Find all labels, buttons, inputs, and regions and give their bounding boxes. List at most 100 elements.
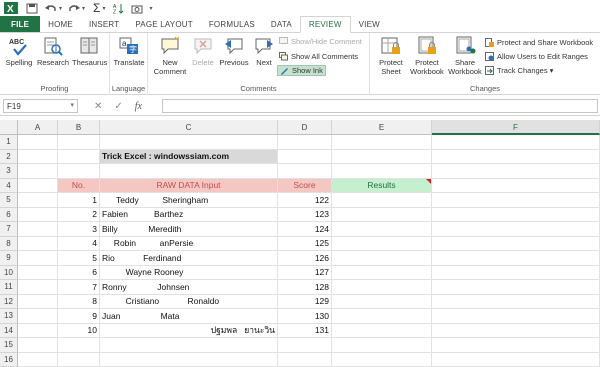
cell-a10[interactable] — [18, 266, 58, 281]
cell-d7[interactable]: 124 — [278, 222, 332, 237]
sort-icon[interactable]: AZ — [113, 3, 125, 14]
cell-c9[interactable]: Rio Ferdinand — [100, 251, 278, 266]
cell-b6[interactable]: 2 — [58, 208, 100, 223]
tab-review[interactable]: REVIEW — [300, 16, 351, 33]
cell-f8[interactable] — [432, 237, 600, 252]
cell-b10[interactable]: 6 — [58, 266, 100, 281]
save-icon[interactable] — [26, 3, 38, 14]
cell-f5[interactable] — [432, 193, 600, 208]
cell-c1[interactable] — [100, 135, 278, 150]
cell-e3[interactable] — [332, 164, 432, 179]
share-workbook-button[interactable]: Share Workbook — [446, 36, 484, 76]
cell-b15[interactable] — [58, 338, 100, 353]
cell-c6[interactable]: Fabien Barthez — [100, 208, 278, 223]
cell-a16[interactable] — [18, 353, 58, 367]
row-header[interactable]: 9 — [0, 251, 18, 266]
redo-dropdown-icon[interactable]: ▾ — [82, 5, 85, 12]
translate-button[interactable]: a字 Translate — [112, 36, 146, 67]
cell-c7[interactable]: Billy Meredith — [100, 222, 278, 237]
cell-b7[interactable]: 3 — [58, 222, 100, 237]
cell-e7[interactable] — [332, 222, 432, 237]
cell-c14[interactable]: ปฐมพล ยานะวิน — [100, 324, 278, 339]
tab-formulas[interactable]: FORMULAS — [201, 16, 263, 32]
cell-b1[interactable] — [58, 135, 100, 150]
tab-file[interactable]: FILE — [0, 16, 40, 32]
show-hide-comment-button[interactable]: Show/Hide Comment — [279, 36, 362, 47]
tab-home[interactable]: HOME — [40, 16, 81, 32]
cell-e15[interactable] — [332, 338, 432, 353]
cell-d9[interactable]: 126 — [278, 251, 332, 266]
cell-e4[interactable]: Results — [332, 179, 432, 194]
cell-a9[interactable] — [18, 251, 58, 266]
cell-c2[interactable]: Trick Excel : windowssiam.com — [100, 150, 278, 165]
cell-b3[interactable] — [58, 164, 100, 179]
cell-c12[interactable]: Cristiano Ronaldo — [100, 295, 278, 310]
cell-c5[interactable]: Teddy Sheringham — [100, 193, 278, 208]
cell-f15[interactable] — [432, 338, 600, 353]
row-header[interactable]: 14 — [0, 324, 18, 339]
cell-c3[interactable] — [100, 164, 278, 179]
cell-a3[interactable] — [18, 164, 58, 179]
cell-a14[interactable] — [18, 324, 58, 339]
cell-a7[interactable] — [18, 222, 58, 237]
allow-users-edit-ranges-button[interactable]: Allow Users to Edit Ranges — [485, 51, 588, 62]
row-header[interactable]: 5 — [0, 193, 18, 208]
autosum-icon[interactable]: Σ — [93, 1, 100, 15]
cell-b13[interactable]: 9 — [58, 309, 100, 324]
cell-b12[interactable]: 8 — [58, 295, 100, 310]
cell-d11[interactable]: 128 — [278, 280, 332, 295]
cell-f7[interactable] — [432, 222, 600, 237]
cell-a12[interactable] — [18, 295, 58, 310]
cell-a15[interactable] — [18, 338, 58, 353]
cell-f10[interactable] — [432, 266, 600, 281]
cell-b11[interactable]: 7 — [58, 280, 100, 295]
cell-d15[interactable] — [278, 338, 332, 353]
cell-e10[interactable] — [332, 266, 432, 281]
cell-f12[interactable] — [432, 295, 600, 310]
protect-share-workbook-button[interactable]: Protect and Share Workbook — [485, 37, 593, 48]
formula-input[interactable] — [162, 99, 598, 113]
cell-d4[interactable]: Score — [278, 179, 332, 194]
show-ink-button[interactable]: Show Ink — [277, 65, 326, 76]
cell-f4[interactable] — [432, 179, 600, 194]
cell-a6[interactable] — [18, 208, 58, 223]
row-header[interactable]: 11 — [0, 280, 18, 295]
delete-comment-button[interactable]: Delete — [189, 36, 217, 67]
cell-c11[interactable]: Ronny Johnsen — [100, 280, 278, 295]
cell-b9[interactable]: 5 — [58, 251, 100, 266]
undo-icon[interactable] — [44, 3, 58, 14]
cell-d12[interactable]: 129 — [278, 295, 332, 310]
tab-page-layout[interactable]: PAGE LAYOUT — [127, 16, 200, 32]
autosum-dropdown-icon[interactable]: ▾ — [102, 5, 105, 12]
tab-data[interactable]: DATA — [263, 16, 300, 32]
cell-f2[interactable] — [432, 150, 600, 165]
row-header[interactable]: 13 — [0, 309, 18, 324]
research-button[interactable]: Research — [36, 36, 70, 67]
cell-e5[interactable] — [332, 193, 432, 208]
new-comment-button[interactable]: New Comment — [151, 36, 189, 76]
row-header[interactable]: 12 — [0, 295, 18, 310]
cell-f16[interactable] — [432, 353, 600, 367]
cell-f3[interactable] — [432, 164, 600, 179]
cell-d13[interactable]: 130 — [278, 309, 332, 324]
row-header[interactable]: 10 — [0, 266, 18, 281]
cell-a8[interactable] — [18, 237, 58, 252]
column-header-e[interactable]: E — [332, 120, 432, 135]
tab-view[interactable]: VIEW — [351, 16, 388, 32]
show-all-comments-button[interactable]: Show All Comments — [279, 51, 358, 62]
row-header[interactable]: 4 — [0, 179, 18, 194]
cell-a11[interactable] — [18, 280, 58, 295]
protect-sheet-button[interactable]: Protect Sheet — [374, 36, 408, 76]
tab-insert[interactable]: INSERT — [81, 16, 127, 32]
cell-b2[interactable] — [58, 150, 100, 165]
cell-b4[interactable]: No. — [58, 179, 100, 194]
excel-icon[interactable]: X — [4, 2, 18, 14]
cell-e6[interactable] — [332, 208, 432, 223]
cell-b14[interactable]: 10 — [58, 324, 100, 339]
name-box[interactable]: F19 ▾ — [3, 99, 78, 113]
cell-c4[interactable]: RAW DATA Input — [100, 179, 278, 194]
row-header[interactable]: 1 — [0, 135, 18, 150]
cell-b5[interactable]: 1 — [58, 193, 100, 208]
cell-e12[interactable] — [332, 295, 432, 310]
cell-e16[interactable] — [332, 353, 432, 367]
